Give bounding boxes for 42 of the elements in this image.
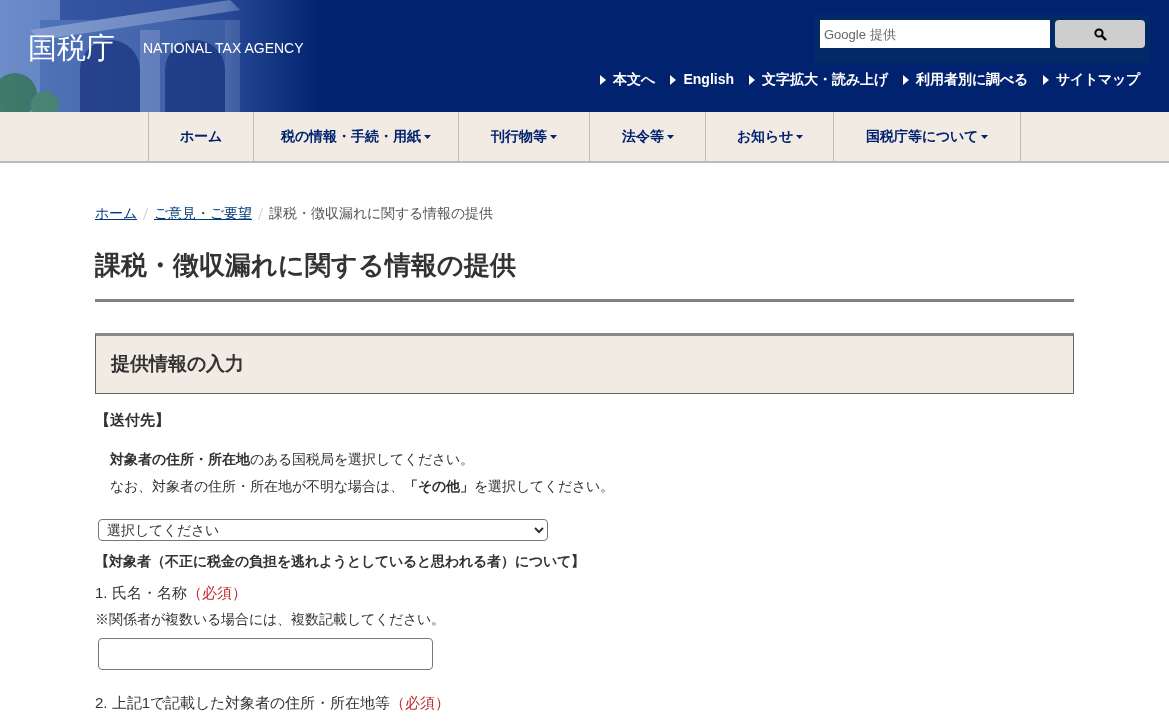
search-field[interactable]: Google 提供 [820, 20, 1050, 48]
caret-icon [550, 134, 557, 139]
search-button[interactable] [1055, 20, 1145, 48]
caret-icon [666, 134, 674, 139]
nav-item[interactable]: 法令等 [590, 112, 706, 161]
breadcrumb-current: 課税・徴収漏れに関する情報の提供 [269, 204, 493, 223]
instruction-text: 対象者の住所・所在地のある国税局を選択してください。 [110, 450, 475, 469]
caret-icon [424, 134, 431, 139]
breadcrumb-link[interactable]: ホーム [95, 203, 137, 224]
site-subtitle: NATIONAL TAX AGENCY [143, 39, 304, 58]
search-icon [1093, 27, 1107, 41]
section-heading: 【送付先】 [95, 409, 171, 430]
page-title: 課税・徴収漏れに関する情報の提供 [95, 246, 1074, 302]
nav-item[interactable]: ホーム [149, 112, 254, 161]
site-logo[interactable]: 国税庁 [28, 34, 115, 63]
triangle-icon [1043, 74, 1049, 85]
triangle-icon [670, 74, 677, 85]
triangle-icon [749, 74, 755, 85]
nav-item[interactable]: お知らせ [706, 112, 834, 161]
name-input[interactable] [98, 638, 433, 670]
field-label: 1. 氏名・名称（必須） [95, 583, 248, 603]
header-link[interactable]: English [670, 69, 734, 90]
header-link[interactable]: サイトマップ [1043, 69, 1140, 90]
header-link[interactable]: 利用者別に調べる [903, 69, 1028, 90]
triangle-icon [600, 74, 607, 85]
section-heading: 【対象者（不正に税金の負担を逃れようとしていると思われる者）について】 [95, 552, 586, 571]
triangle-icon [903, 74, 909, 85]
header-link[interactable]: 文字拡大・読み上げ [749, 69, 888, 90]
nav-item[interactable]: 刊行物等 [459, 112, 590, 161]
caret-icon [981, 134, 988, 139]
region-select[interactable]: 選択してください [98, 519, 548, 541]
caret-icon [795, 134, 803, 139]
section-title: 提供情報の入力 [95, 333, 1074, 394]
separator-icon [143, 207, 148, 220]
field-label: 2. 上記1で記載した対象者の住所・所在地等（必須） [95, 693, 452, 713]
instruction-text: なお、対象者の住所・所在地が不明な場合は、「その他」を選択してください。 [110, 477, 615, 496]
nav-item[interactable]: 国税庁等について [834, 112, 1021, 161]
header-link[interactable]: 本文へ [600, 69, 656, 90]
field-note: ※関係者が複数いる場合には、複数記載してください。 [95, 610, 446, 629]
breadcrumb-link[interactable]: ご意見・ご要望 [154, 203, 252, 224]
separator-icon [258, 207, 263, 220]
nav-item[interactable]: 税の情報・手続・用紙 [254, 112, 459, 161]
